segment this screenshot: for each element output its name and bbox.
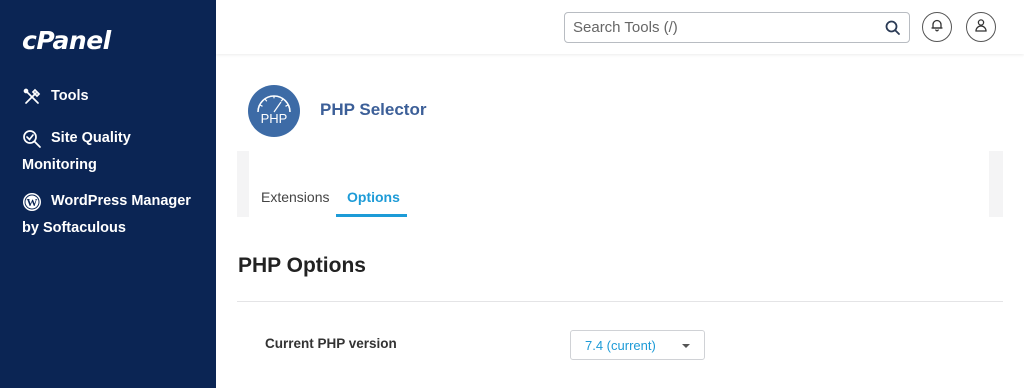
divider: [237, 301, 1003, 302]
user-icon: [974, 18, 988, 37]
php-logo-text: PHP: [261, 111, 288, 126]
sidebar-item-wordpress-manager[interactable]: W WordPress Manager by Softaculous: [22, 188, 191, 242]
tabs-panel: Extensions Options: [237, 151, 1003, 217]
tools-icon: [22, 87, 42, 107]
search-box[interactable]: [564, 12, 910, 43]
search-input[interactable]: [565, 13, 865, 42]
php-version-select[interactable]: 7.4 (current): [570, 330, 705, 360]
tab-extensions[interactable]: Extensions: [261, 189, 329, 205]
chevron-down-icon: [682, 344, 690, 348]
sidebar-item-site-quality[interactable]: Site Quality Monitoring: [22, 125, 131, 179]
cpanel-logo[interactable]: cPanel: [22, 26, 111, 55]
notifications-button[interactable]: [922, 12, 952, 42]
bell-icon: [930, 18, 944, 37]
sidebar-item-tools[interactable]: Tools: [22, 83, 89, 110]
top-header: [216, 0, 1024, 54]
svg-text:W: W: [27, 197, 38, 209]
php-version-value: 7.4 (current): [585, 338, 656, 353]
sidebar: cPanel Tools Site Quality Monitoring W W…: [0, 0, 216, 388]
page-title: PHP Selector: [320, 100, 427, 119]
sidebar-item-label: Site Quality: [51, 130, 131, 146]
user-menu-button[interactable]: [966, 12, 996, 42]
php-logo-icon: PHP: [248, 85, 300, 137]
sidebar-item-label: WordPress Manager: [51, 193, 191, 209]
sidebar-item-label: Tools: [51, 88, 89, 104]
search-icon[interactable]: [884, 19, 902, 37]
section-title: PHP Options: [238, 254, 366, 277]
php-version-label: Current PHP version: [265, 336, 397, 351]
sidebar-item-label-cont: Monitoring: [22, 157, 97, 173]
sidebar-item-label-cont: by Softaculous: [22, 220, 126, 236]
active-tab-indicator: [336, 214, 407, 217]
wordpress-icon: W: [22, 192, 42, 212]
tab-options[interactable]: Options: [347, 189, 400, 205]
search-check-icon: [22, 129, 42, 149]
